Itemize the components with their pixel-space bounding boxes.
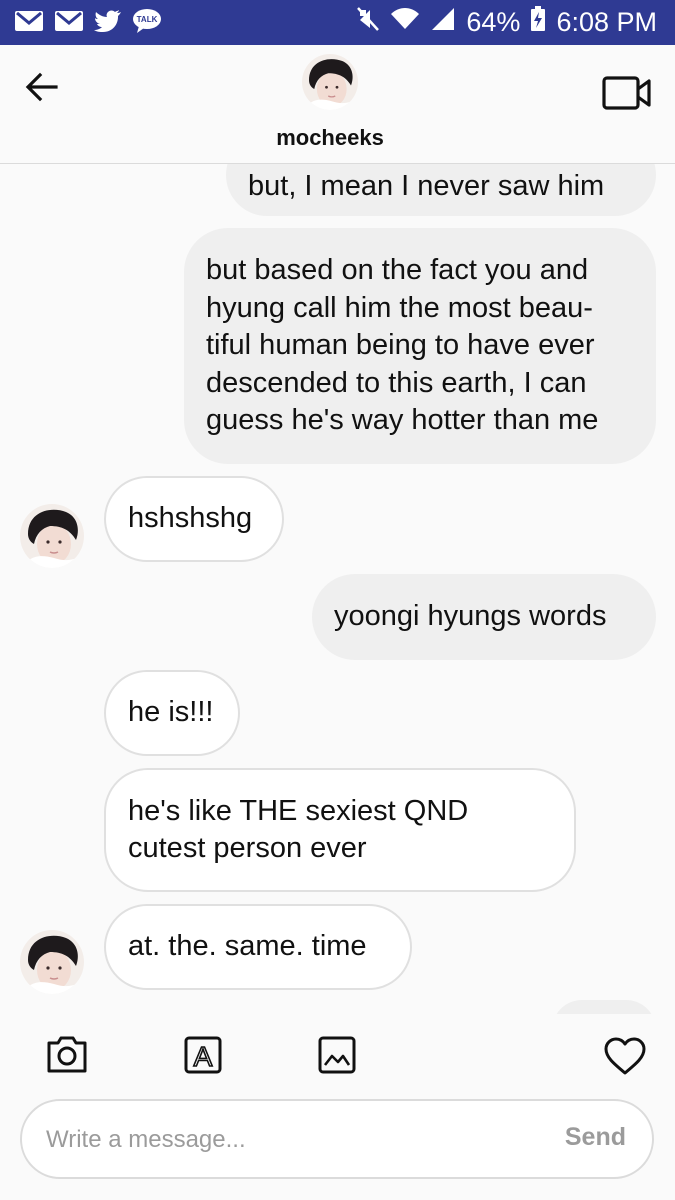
message-line: guess he's way hotter than me [206, 404, 599, 437]
kakaotalk-icon: TALK [132, 8, 162, 39]
send-button[interactable]: Send [565, 1123, 626, 1152]
message-line: tiful human being to have ever [206, 329, 595, 362]
outgoing-message[interactable]: but, I mean I never saw him [226, 164, 656, 216]
battery-level: 64% [466, 7, 521, 37]
incoming-message[interactable]: he is!!! [104, 670, 240, 756]
message-text: but based on the fact you and hyung call… [206, 252, 598, 440]
svg-text:TALK: TALK [137, 15, 158, 24]
wifi-icon [390, 7, 420, 38]
message-text: he is!!! [128, 696, 214, 729]
mute-icon [356, 6, 380, 39]
notification-icons: TALK [14, 8, 162, 39]
sticker-button[interactable]: A [184, 1036, 222, 1079]
conversation-username[interactable]: mocheeks [0, 125, 660, 151]
message-text: but, I mean I never saw him [248, 170, 605, 203]
avatar[interactable] [20, 504, 84, 568]
arrow-left-icon [25, 72, 58, 102]
camera-button[interactable] [46, 1034, 88, 1079]
message-line: cutest person ever [128, 832, 367, 864]
avatar[interactable] [20, 930, 84, 994]
message-line: but based on the fact you and [206, 254, 589, 287]
signal-icon [430, 7, 456, 38]
composer-toolbar: A [0, 1020, 675, 1095]
camera-icon [47, 1036, 87, 1073]
video-camera-icon [602, 76, 651, 110]
heart-icon [604, 1037, 646, 1075]
message-thread[interactable]: but, I mean I never saw him but based on… [0, 164, 675, 1014]
twitter-icon [94, 9, 122, 38]
battery-charging-icon [530, 6, 546, 39]
message-text: hshshshg [128, 502, 253, 535]
outgoing-message[interactable]: yoongi hyungs words [312, 574, 656, 660]
system-status: 64% 6:08 PM [356, 6, 657, 39]
gallery-button[interactable] [318, 1036, 356, 1079]
back-button[interactable] [22, 67, 62, 107]
gmail-icon [14, 9, 44, 38]
outgoing-message-partial[interactable] [552, 1000, 656, 1014]
incoming-message[interactable]: he's like THE sexiest QND cutest person … [104, 768, 576, 892]
message-composer: Send [20, 1099, 654, 1179]
gallery-icon [318, 1036, 356, 1074]
like-button[interactable] [603, 1036, 647, 1081]
outgoing-message[interactable]: but based on the fact you and hyung call… [184, 228, 656, 464]
message-text: yoongi hyungs words [334, 600, 607, 633]
status-bar: TALK 64% 6:08 PM [0, 0, 675, 45]
sticker-icon: A [184, 1036, 222, 1074]
video-call-button[interactable] [601, 73, 653, 113]
avatar[interactable] [302, 54, 358, 110]
message-text: at. the. same. time [128, 930, 367, 963]
message-line: he's like THE sexiest QND [128, 794, 469, 827]
message-line: descended to this earth, I can [206, 366, 587, 399]
incoming-message[interactable]: hshshshg [104, 476, 284, 562]
incoming-message[interactable]: at. the. same. time [104, 904, 412, 990]
message-input[interactable] [44, 1119, 528, 1161]
gmail-icon [54, 9, 84, 38]
conversation-header: mocheeks [0, 45, 675, 164]
message-text: he's like THE sexiest QND cutest person … [128, 793, 468, 868]
svg-text:A: A [194, 1041, 213, 1072]
clock: 6:08 PM [556, 7, 657, 37]
message-line: hyung call him the most beau- [206, 291, 593, 324]
